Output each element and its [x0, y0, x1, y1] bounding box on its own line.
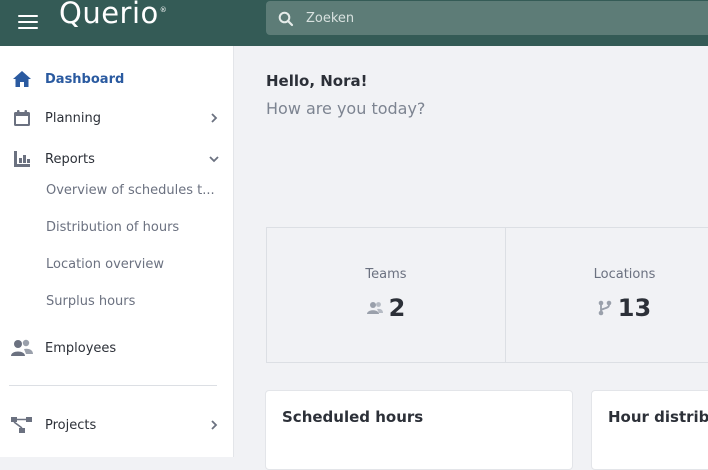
stat-locations[interactable]: Locations 13	[505, 228, 708, 362]
hour-distribution-card: Hour distribut	[591, 390, 708, 470]
projects-icon	[11, 414, 33, 436]
chevron-down-icon	[209, 156, 219, 163]
sidebar-item-planning[interactable]: Planning	[0, 103, 233, 133]
stat-title: Locations	[593, 267, 656, 282]
stat-teams[interactable]: Teams 2	[267, 228, 505, 362]
sidebar-item-label: Planning	[45, 110, 101, 126]
logo-text: Querio	[59, 0, 159, 30]
sidebar: Dashboard Planning Reports Overview of s…	[0, 46, 234, 457]
search-input[interactable]	[306, 1, 686, 35]
sidebar-item-reports[interactable]: Reports	[0, 144, 233, 174]
sidebar-item-employees[interactable]: Employees	[0, 333, 233, 363]
scheduled-hours-card: Scheduled hours	[265, 390, 573, 470]
chevron-right-icon	[211, 420, 218, 430]
sidebar-subitem-overview-schedules[interactable]: Overview of schedules t...	[46, 183, 216, 198]
registered-mark: ®	[159, 6, 168, 14]
calendar-icon	[11, 107, 33, 129]
sidebar-subitem-location-overview[interactable]: Location overview	[46, 257, 216, 272]
menu-icon[interactable]	[16, 10, 42, 34]
top-bar: Querio®	[0, 0, 708, 46]
location-branch-icon	[598, 300, 612, 316]
sidebar-divider	[9, 385, 217, 386]
chevron-right-icon	[211, 113, 218, 123]
sidebar-item-label: Reports	[45, 151, 95, 167]
sidebar-subitem-distribution-hours[interactable]: Distribution of hours	[46, 220, 216, 235]
app-logo[interactable]: Querio®	[59, 0, 168, 30]
stat-value: 2	[388, 294, 406, 322]
greeting-subtitle: How are you today?	[266, 99, 426, 118]
sidebar-item-projects[interactable]: Projects	[0, 410, 233, 440]
sidebar-item-label: Projects	[45, 417, 97, 433]
home-icon	[11, 68, 33, 90]
reports-icon	[11, 148, 33, 170]
team-icon	[366, 302, 383, 314]
search-bar[interactable]	[266, 1, 708, 35]
sidebar-item-dashboard[interactable]: Dashboard	[0, 64, 233, 94]
card-title: Hour distribut	[608, 408, 708, 426]
employees-icon	[11, 337, 33, 359]
stat-title: Teams	[365, 267, 407, 282]
card-title: Scheduled hours	[282, 408, 424, 426]
stat-value: 13	[617, 294, 652, 322]
search-icon	[278, 11, 294, 27]
greeting-title: Hello, Nora!	[266, 72, 368, 90]
stats-panel: Teams 2 Locations 13	[266, 227, 708, 363]
sidebar-item-label: Employees	[45, 340, 117, 356]
sidebar-item-label: Dashboard	[45, 71, 125, 87]
sidebar-subitem-surplus-hours[interactable]: Surplus hours	[46, 294, 216, 309]
